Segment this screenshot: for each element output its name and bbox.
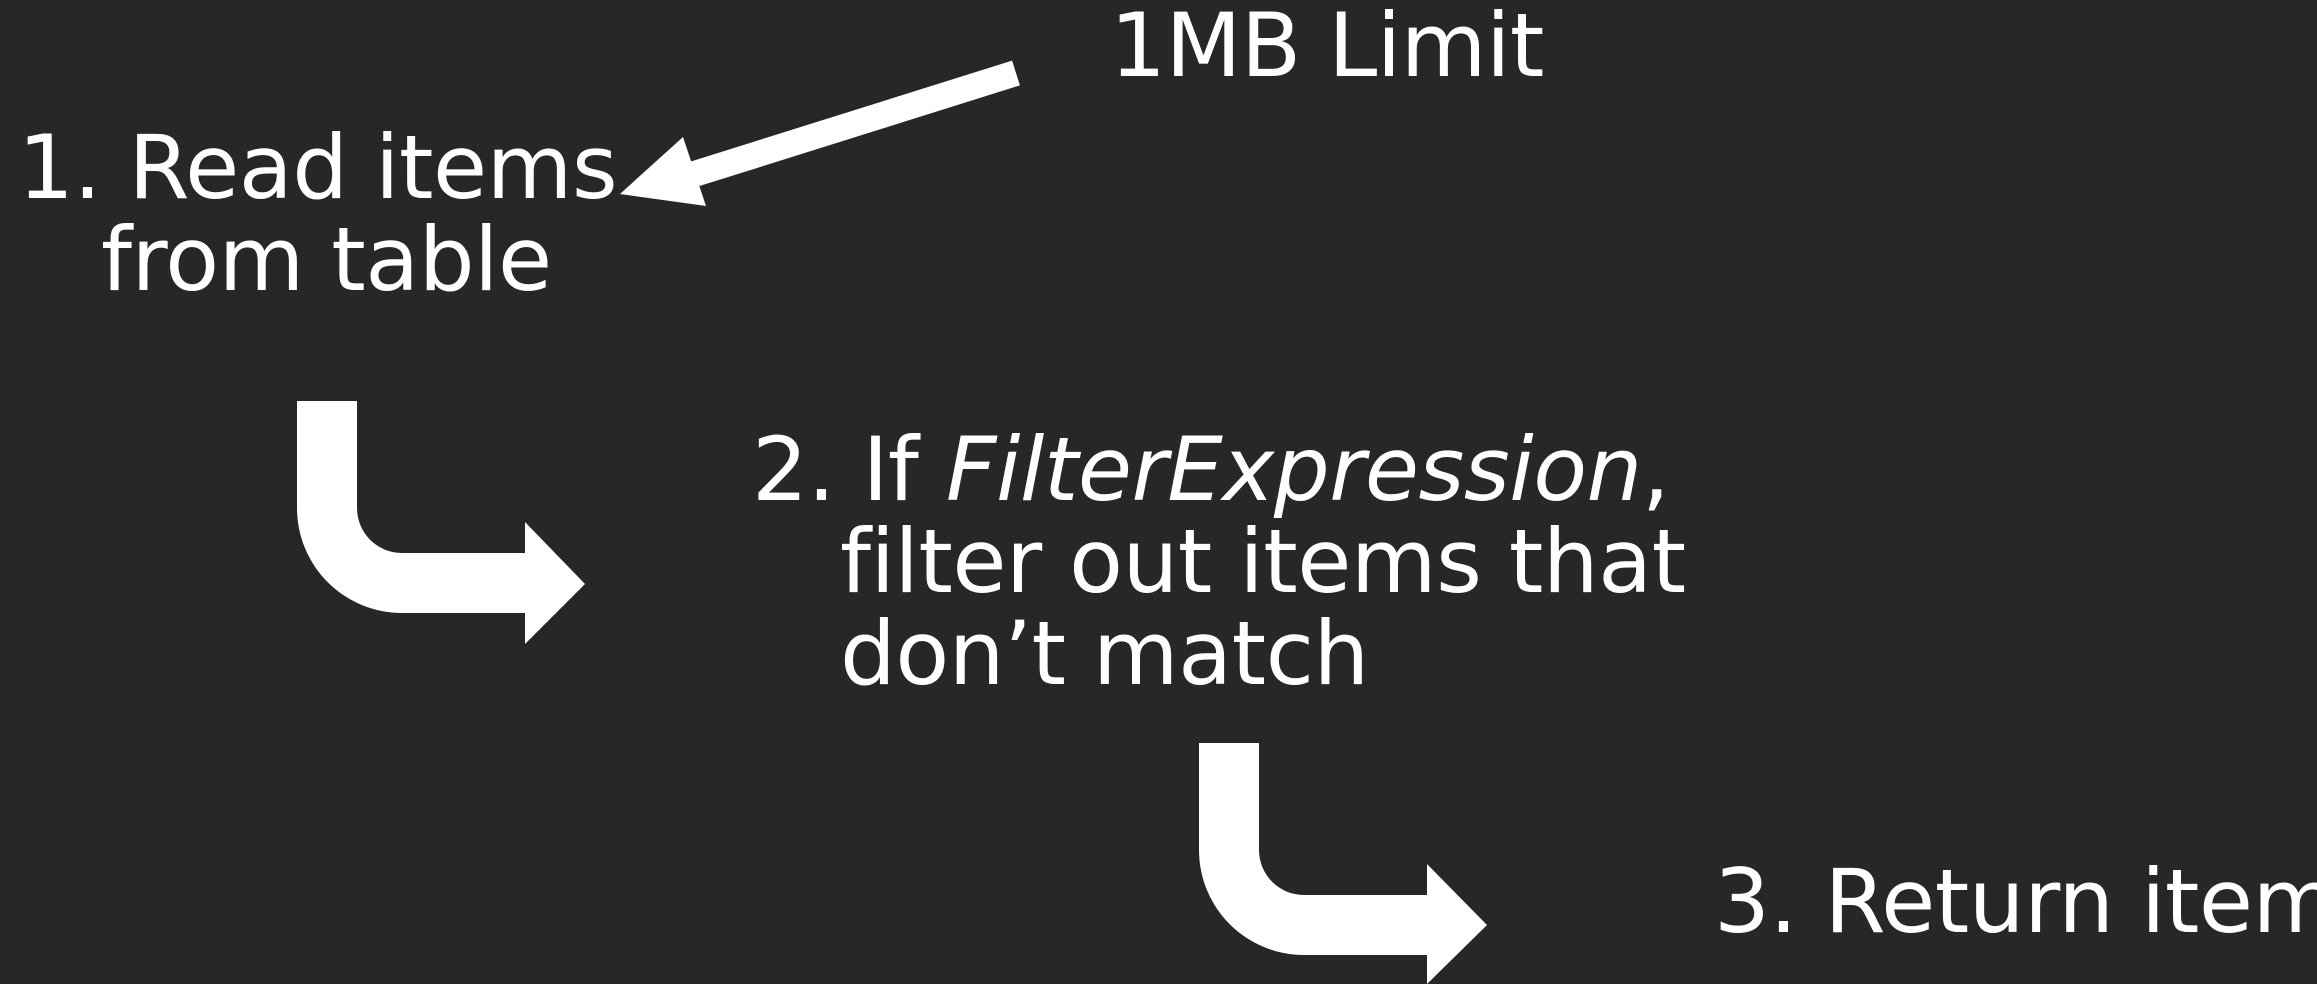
step-1-line-1: Read items — [128, 116, 618, 219]
step-1-number: 1. — [18, 116, 101, 219]
step-2-number: 2. — [752, 418, 835, 521]
step-3-label: Return items — [1824, 850, 2317, 953]
step-3-number: 3. — [1714, 850, 1797, 953]
step-1-line-2: from table — [101, 208, 552, 311]
diagram-canvas: 1MB Limit 1. Read items from table 2. If… — [0, 0, 2317, 984]
limit-arrow-head — [620, 137, 706, 206]
step-2-prefix: If — [862, 418, 946, 521]
elbow-arrow-2-shape — [1199, 743, 1487, 984]
limit-arrow-shaft — [684, 60, 1020, 189]
elbow-arrow-2-to-3 — [1199, 743, 1487, 984]
step-2-line-3: don’t match — [840, 602, 1369, 705]
elbow-arrow-1-shape — [297, 401, 585, 644]
step-3: 3. Return items — [1714, 856, 2317, 948]
limit-arrow — [620, 60, 1020, 206]
step-2-filter-expression: FilterExpression — [945, 418, 1642, 521]
limit-label: 1MB Limit — [1110, 0, 1544, 97]
step-1: 1. Read items from table — [18, 116, 618, 311]
step-2-suffix: , — [1641, 418, 1670, 521]
step-2: 2. If FilterExpression, filter out items… — [752, 424, 1686, 700]
elbow-arrow-1-to-2 — [297, 401, 585, 644]
step-2-line-2: filter out items that — [840, 510, 1686, 613]
